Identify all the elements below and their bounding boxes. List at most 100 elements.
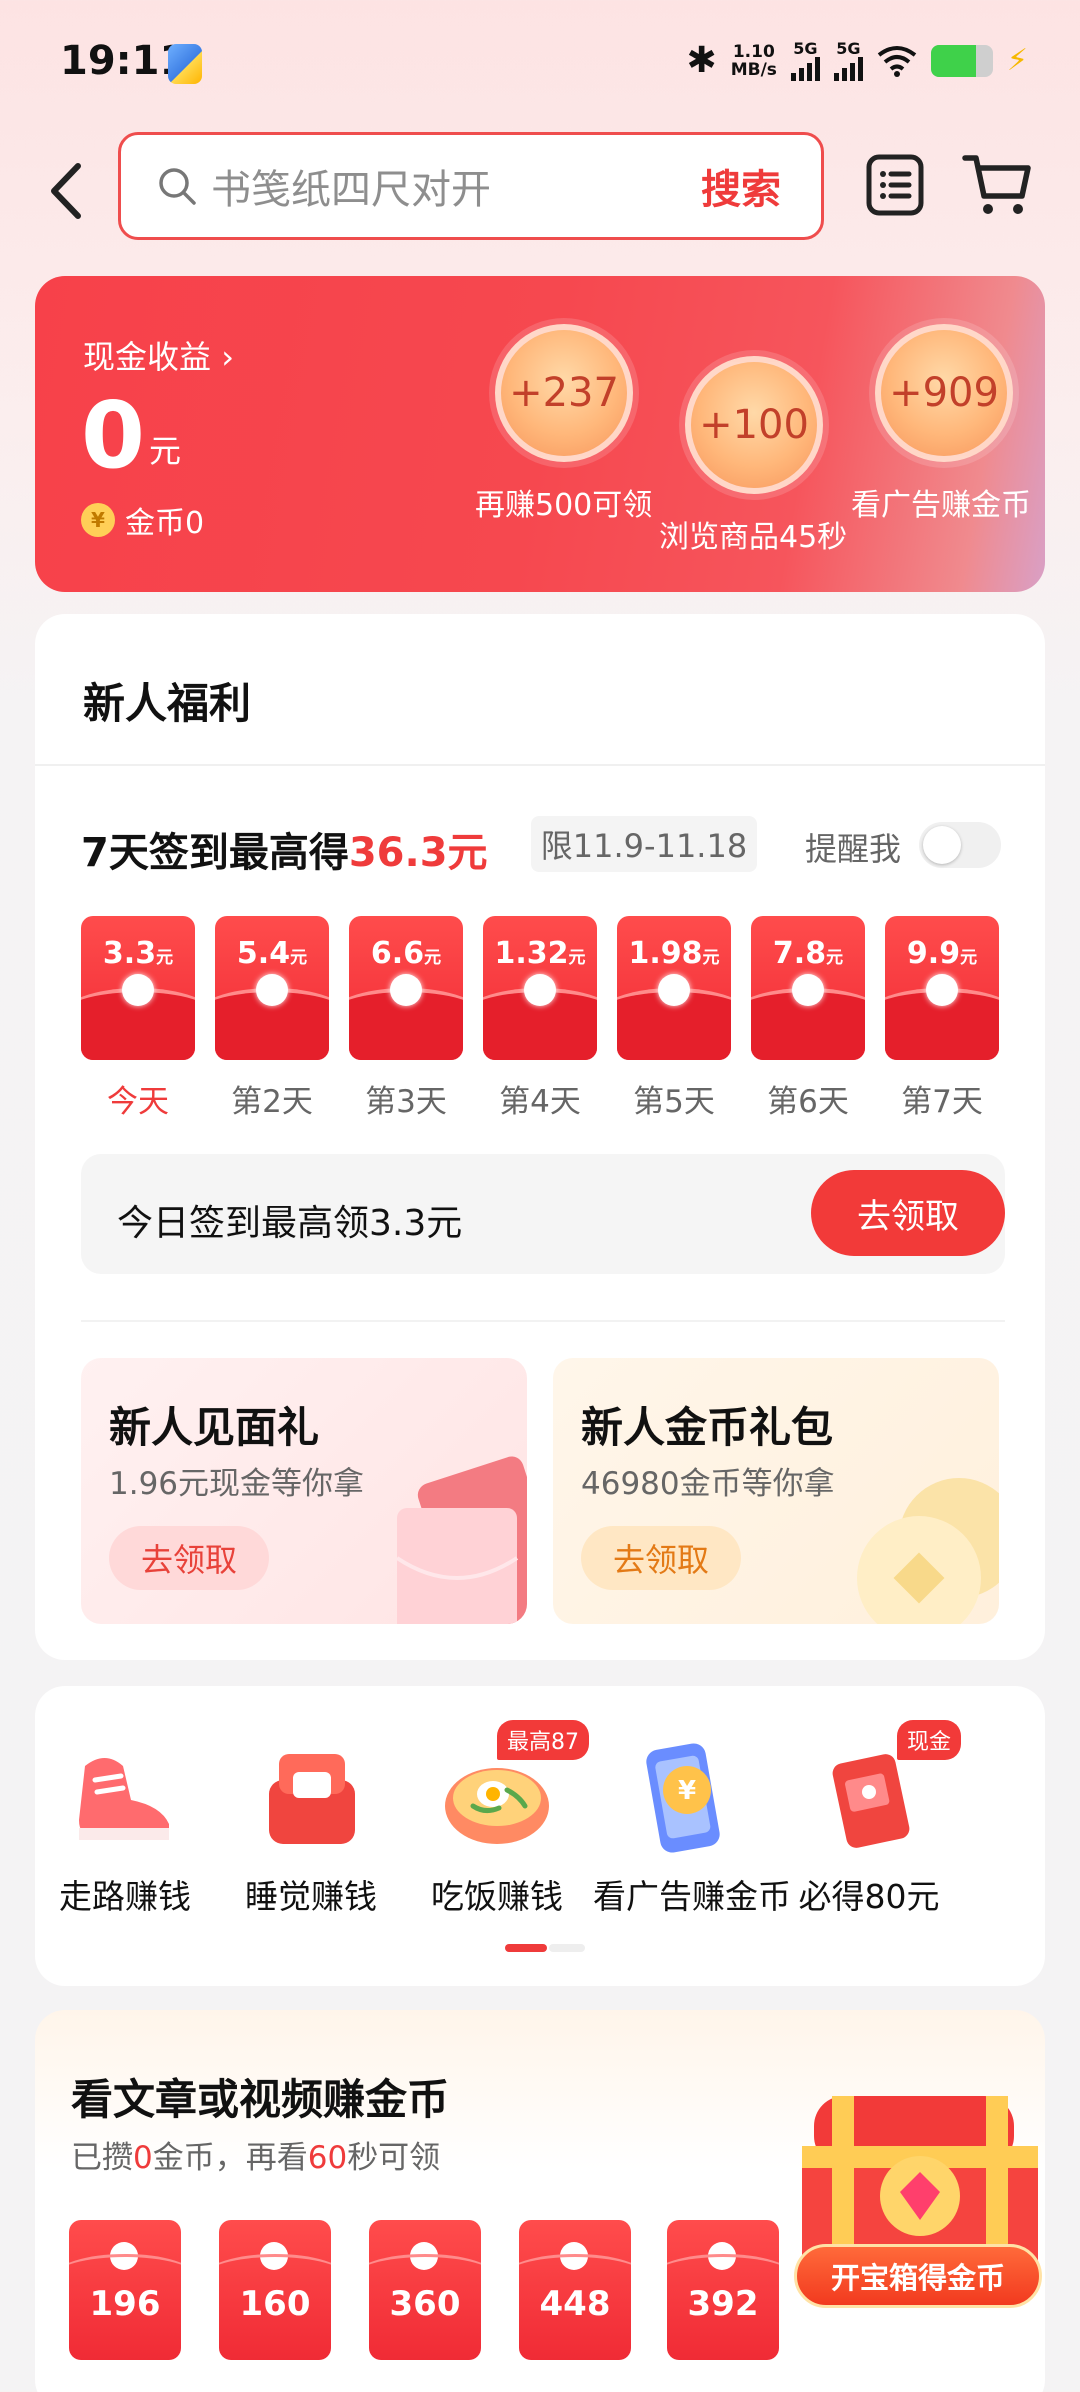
welfare-title: 新人福利 [83, 679, 252, 728]
earn-label: 走路赚钱 [59, 1877, 191, 1916]
bluetooth-icon: ✱ [686, 40, 717, 81]
divider [81, 1320, 1005, 1322]
cash-amount: 0 [81, 382, 146, 489]
signin-day-1[interactable]: 3.3元 今天 [81, 916, 195, 1121]
red-envelope-icon [395, 1456, 527, 1624]
earn-label: 吃饭赚钱 [431, 1877, 563, 1916]
list-icon[interactable] [866, 154, 924, 216]
day-label: 第5天 [633, 1084, 715, 1120]
claim-welcome-gift-button[interactable]: 去领取 [109, 1526, 269, 1590]
earn-label: 必得80元 [798, 1877, 940, 1916]
earn-guaranteed-80[interactable]: 现金 必得80元 [779, 1720, 961, 1918]
day-label: 第7天 [901, 1084, 983, 1120]
day-label: 第3天 [365, 1084, 447, 1120]
reward-value: 448 [539, 2284, 611, 2324]
carousel-pager [505, 1944, 585, 1952]
red-envelope-icon: 6.6元 [349, 916, 463, 1060]
day-label: 第4天 [499, 1084, 581, 1120]
signin-day-5[interactable]: 1.98元 第5天 [617, 916, 731, 1121]
sneaker-icon [79, 1758, 169, 1840]
signin-day-7[interactable]: 9.9元 第7天 [885, 916, 999, 1121]
signin-date-range: 限11.9-11.18 [531, 816, 757, 872]
reward-value: 360 [389, 2284, 461, 2324]
sim1-label: 5G [793, 38, 818, 58]
day-label: 第6天 [767, 1084, 849, 1120]
earn-eat[interactable]: 最高87 吃饭赚钱 [407, 1720, 589, 1918]
treasure-chest-icon[interactable] [792, 2076, 1048, 2356]
reward-bubble-2-label: 浏览商品45秒 [659, 520, 848, 555]
gift-subtitle: 46980金币等你拿 [581, 1466, 835, 1502]
search-bar[interactable]: 书笺纸四尺对开 搜索 [118, 132, 824, 240]
watch-content-progress: 已攒0金币，再看60秒可领 [71, 2140, 441, 2176]
today-signin-text: 今日签到最高领3.3元 [117, 1203, 463, 1244]
coin-reward-5[interactable]: 392 [667, 2220, 779, 2360]
signin-day-6[interactable]: 7.8元 第6天 [751, 916, 865, 1121]
pager-dot [549, 1944, 585, 1952]
signin-day-3[interactable]: 6.6元 第3天 [349, 916, 463, 1121]
svg-text:¥: ¥ [678, 1776, 696, 1806]
red-envelope-icon: 5.4元 [215, 916, 329, 1060]
reward-bubble-1[interactable]: +237 [495, 324, 633, 462]
reward-value: 160 [239, 2284, 311, 2324]
search-header: 书笺纸四尺对开 搜索 [0, 130, 1080, 250]
coin-reward-1[interactable]: 196 [69, 2220, 181, 2360]
network-speed: 1.10 MB/s [731, 43, 777, 79]
remind-label: 提醒我 [805, 830, 902, 868]
red-envelope-icon: 1.98元 [617, 916, 731, 1060]
signal-sim1-icon: 5G [790, 38, 820, 81]
coin-reward-2[interactable]: 160 [219, 2220, 331, 2360]
pager-dot-active [505, 1944, 547, 1952]
earn-badge: 最高87 [497, 1720, 589, 1760]
gold-coin-icon [857, 1478, 999, 1624]
divider [35, 764, 1045, 766]
remind-toggle[interactable] [919, 822, 1001, 868]
earn-sleep[interactable]: 睡觉赚钱 [221, 1736, 401, 1918]
signin-days: 3.3元 今天 5.4元 第2天 6.6元 第3天 1.32元 第4天 1.98… [81, 916, 1005, 1126]
pillow-icon [269, 1754, 355, 1844]
watch-content-title: 看文章或视频赚金币 [71, 2075, 450, 2124]
reward-bubble-3-label: 看广告赚金币 [851, 488, 1031, 523]
cash-earnings-card[interactable]: 现金收益 › 0 元 ¥ 金币0 +237 再赚500可领 +100 浏览商品4… [35, 276, 1045, 592]
signin-day-2[interactable]: 5.4元 第2天 [215, 916, 329, 1121]
back-arrow-icon[interactable] [38, 156, 98, 226]
phone-coin-icon: ¥ [646, 1743, 720, 1853]
reward-bubble-1-label: 再赚500可领 [475, 488, 653, 523]
charging-icon: ⚡ [1006, 43, 1028, 78]
earn-badge: 现金 [896, 1720, 961, 1760]
gift-title: 新人金币礼包 [581, 1403, 834, 1452]
coin-icon: ¥ [81, 503, 115, 537]
cash-earnings-title[interactable]: 现金收益 › [83, 332, 234, 378]
reward-bubble-3[interactable]: +909 [875, 324, 1013, 462]
coin-reward-3[interactable]: 360 [369, 2220, 481, 2360]
welcome-gift-card[interactable]: 新人见面礼 1.96元现金等你拿 去领取 [81, 1358, 527, 1624]
red-envelope-icon: 7.8元 [751, 916, 865, 1060]
coin-reward-4[interactable]: 448 [519, 2220, 631, 2360]
earn-label: 睡觉赚钱 [245, 1877, 377, 1916]
search-button[interactable]: 搜索 [701, 157, 781, 215]
signin-title: 7天签到最高得36.3元 [81, 830, 488, 876]
gift-subtitle: 1.96元现金等你拿 [109, 1466, 365, 1502]
search-input[interactable]: 书笺纸四尺对开 [211, 157, 701, 215]
day-label: 今天 [107, 1084, 169, 1120]
cart-icon[interactable] [962, 152, 1032, 218]
status-bar: 19:11 ✱ 1.10 MB/s 5G 5G ⚡ [0, 0, 1080, 130]
network-speed-unit: MB/s [730, 59, 777, 80]
earn-watch-ads[interactable]: ¥ 看广告赚金币 [593, 1736, 791, 1918]
day-label: 第2天 [231, 1084, 313, 1120]
claim-coin-gift-button[interactable]: 去领取 [581, 1526, 741, 1590]
reward-value: 196 [89, 2284, 161, 2324]
earn-walk[interactable]: 走路赚钱 [35, 1736, 215, 1918]
search-icon [159, 168, 196, 205]
open-treasure-button[interactable]: 开宝箱得金币 [794, 2244, 1042, 2308]
app-notification-icon [168, 44, 202, 84]
battery-icon [930, 44, 993, 77]
red-envelope-icon: 9.9元 [885, 916, 999, 1060]
cash-unit: 元 [149, 432, 182, 470]
claim-signin-button[interactable]: 去领取 [811, 1170, 1005, 1256]
coin-gift-pack-card[interactable]: 新人金币礼包 46980金币等你拿 去领取 [553, 1358, 999, 1624]
red-envelope-icon: 3.3元 [81, 916, 195, 1060]
sim2-label: 5G [836, 38, 861, 58]
reward-bubble-2[interactable]: +100 [685, 356, 823, 494]
network-speed-value: 1.10 [732, 41, 775, 62]
signin-day-4[interactable]: 1.32元 第4天 [483, 916, 597, 1121]
